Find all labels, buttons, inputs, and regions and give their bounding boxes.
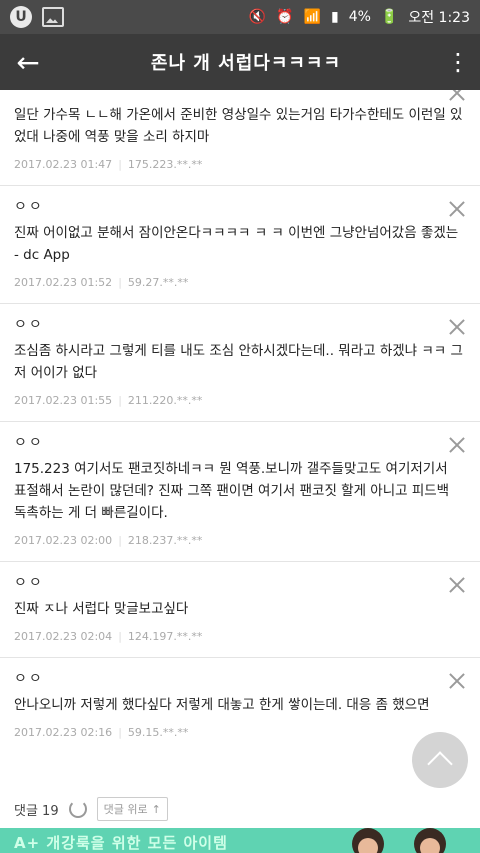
chevron-up-icon [427,751,453,777]
ad-person-image [414,828,446,853]
comment-footer: 댓글 19 댓글 위로 ↑ [0,790,480,828]
app-header: ← 존나 개 서럽다ㅋㅋㅋㅋ ⋮ [0,34,480,90]
comment-nick: ㅇㅇ [14,317,44,333]
delete-comment-icon[interactable] [448,90,466,102]
comment-item: ㅇㅇ 조심좀 하시라고 그렇게 티를 내도 조심 안하시겠다는데.. 뭐라고 하… [0,304,480,422]
comment-body: 조심좀 하시라고 그렇게 티를 내도 조심 안하시겠다는데.. 뭐라고 하겠냐 … [14,343,463,381]
alarm-icon: ⏰ [276,9,294,25]
comment-nick: ㅇㅇ [14,435,44,451]
app-notification-icon: U [10,6,32,28]
arrow-up-icon: ↑ [151,802,161,816]
comment-body: 진짜 어이없고 분해서 잠이안온다ㅋㅋㅋㅋ ㅋ ㅋ 이번엔 그냥안넘어갔음 좋겠… [14,225,459,263]
delete-comment-icon[interactable] [448,672,466,690]
comment-body: 175.223 여기서도 팬코짓하네ㅋㅋ 뭔 역풍.보니까 갤주들맞고도 여기저… [14,461,450,521]
comment-ip: 59.15.**.** [127,726,189,739]
refresh-icon[interactable] [68,800,87,818]
comment-body: 안나오니까 저렇게 했다싶다 저렇게 대놓고 한게 쌓이는데. 대응 좀 했으면 [14,697,430,713]
signal-icon: ▮ [330,9,339,25]
delete-comment-icon[interactable] [448,576,466,594]
delete-comment-icon[interactable] [448,318,466,336]
comment-meta: 2017.02.23 02:00 | 218.237.**.** [14,534,203,547]
back-arrow-icon[interactable]: ← [0,34,56,90]
comment-meta: 2017.02.23 01:47 | 175.223.**.** [14,158,203,171]
comment-ip: 124.197.**.** [127,630,203,643]
comment-nick: ㅇㅇ [14,671,44,687]
comment-item: ㅇㅇ 진짜 어이없고 분해서 잠이안온다ㅋㅋㅋㅋ ㅋ ㅋ 이번엔 그냥안넘어갔음… [0,186,480,304]
comment-body: 일단 가수목 ㄴㄴ해 가온에서 준비한 영상일수 있는거임 타가수한테도 이런일… [14,107,463,145]
battery-percent: 4% [348,9,371,25]
battery-icon: 🔋 [380,9,399,25]
comment-ip: 175.223.**.** [127,158,203,171]
clock: 오전 1:23 [408,10,470,26]
comment-date: 2017.02.23 02:16 [14,726,113,739]
ad-person-image [352,828,384,853]
comment-nick: ㅇㅇ [14,575,44,591]
comment-nick: ㅇㅇ [14,199,44,215]
comment-up-button[interactable]: 댓글 위로 ↑ [96,797,168,821]
comment-date: 2017.02.23 01:55 [14,394,113,407]
image-notification-icon [42,7,64,27]
page-title: 존나 개 서럽다ㅋㅋㅋㅋ [150,53,342,74]
comment-ip: 211.220.**.** [127,394,203,407]
comment-meta: 2017.02.23 02:04 | 124.197.**.** [14,630,203,643]
comment-ip: 59.27.**.** [127,276,189,289]
comment-date: 2017.02.23 01:47 [14,158,113,171]
comment-meta: 2017.02.23 01:52 | 59.27.**.** [14,276,189,289]
comment-ip: 218.237.**.** [127,534,203,547]
comment-item: ㅇㅇ 175.223 여기서도 팬코짓하네ㅋㅋ 뭔 역풍.보니까 갤주들맞고도 … [0,422,480,562]
comment-date: 2017.02.23 01:52 [14,276,113,289]
comment-date: 2017.02.23 02:04 [14,630,113,643]
wifi-icon: 📶 [303,9,321,25]
comment-meta: 2017.02.23 01:55 | 211.220.**.** [14,394,203,407]
comment-meta: 2017.02.23 02:16 | 59.15.**.** [14,726,189,739]
ad-text: A+ 개강룩을 위한 모든 아이템 [14,834,228,852]
comment-list[interactable]: 일단 가수목 ㄴㄴ해 가온에서 준비한 영상일수 있는거임 타가수한테도 이런일… [0,90,480,790]
comment-up-label: 댓글 위로 [103,803,148,816]
mute-icon: 🔇 [248,9,267,25]
ad-banner[interactable]: A+ 개강룩을 위한 모든 아이템 [0,828,480,853]
scroll-top-button[interactable] [412,732,468,788]
delete-comment-icon[interactable] [448,200,466,218]
status-bar: U 🔇 ⏰ 📶 ▮ 4% 🔋 오전 1:23 [0,0,480,34]
comment-item: ㅇㅇ 진짜 ㅈ나 서럽다 맞글보고싶다 2017.02.23 02:04 | 124… [0,562,480,658]
more-menu-icon[interactable]: ⋮ [436,34,480,90]
delete-comment-icon[interactable] [448,436,466,454]
comment-item: ㅇㅇ 안나오니까 저렇게 했다싶다 저렇게 대놓고 한게 쌓이는데. 대응 좀 … [0,658,480,753]
comment-body: 진짜 ㅈ나 서럽다 맞글보고싶다 [14,601,189,617]
comment-item: 일단 가수목 ㄴㄴ해 가온에서 준비한 영상일수 있는거임 타가수한테도 이런일… [0,90,480,186]
comment-count: 댓글 19 [14,803,59,819]
comment-date: 2017.02.23 02:00 [14,534,113,547]
